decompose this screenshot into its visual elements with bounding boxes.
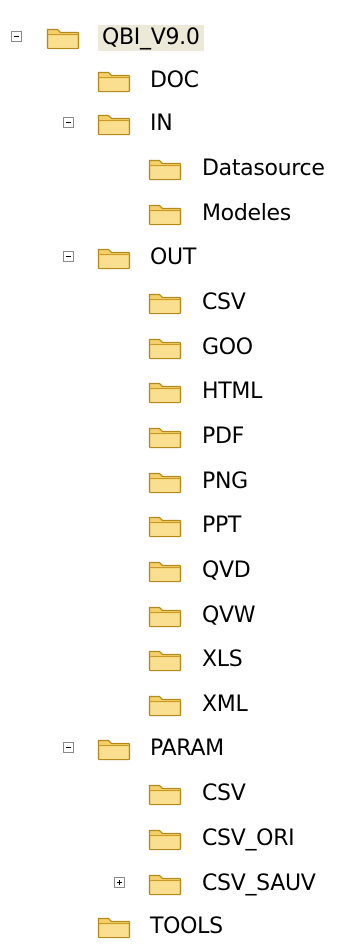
collapse-icon[interactable] bbox=[63, 742, 74, 753]
folder-icon bbox=[97, 245, 131, 270]
tree-node-param-csv[interactable]: CSV bbox=[0, 776, 348, 812]
tree-node-in-datasource[interactable]: Datasource bbox=[0, 151, 348, 187]
folder-icon bbox=[46, 25, 80, 50]
tree-node-label[interactable]: CSV_ORI bbox=[202, 826, 295, 852]
tree-node-label[interactable]: IN bbox=[150, 111, 173, 137]
tree-node-label[interactable]: QVW bbox=[202, 603, 256, 629]
folder-icon bbox=[148, 692, 182, 717]
tree-node-out-xls[interactable]: XLS bbox=[0, 642, 348, 678]
folder-icon bbox=[148, 513, 182, 538]
tree-node-label[interactable]: TOOLS bbox=[150, 914, 223, 940]
folder-tree: QBI_V9.0 DOC IN Datasource Modeles OUT C… bbox=[0, 0, 348, 943]
tree-node-label[interactable]: HTML bbox=[202, 379, 262, 405]
tree-node-out-goo[interactable]: GOO bbox=[0, 330, 348, 366]
expand-icon[interactable] bbox=[114, 877, 125, 888]
folder-icon bbox=[148, 781, 182, 806]
collapse-icon[interactable] bbox=[63, 251, 74, 262]
tree-node-label[interactable]: CSV_SAUV bbox=[202, 871, 316, 897]
tree-node-label[interactable]: CSV bbox=[202, 781, 246, 807]
folder-icon bbox=[97, 736, 131, 761]
tree-node-in[interactable]: IN bbox=[0, 106, 348, 142]
folder-icon bbox=[148, 469, 182, 494]
tree-node-label[interactable]: XML bbox=[202, 692, 248, 718]
tree-node-out-xml[interactable]: XML bbox=[0, 687, 348, 723]
tree-node-label[interactable]: CSV bbox=[202, 290, 246, 316]
folder-icon bbox=[148, 647, 182, 672]
tree-node-tools[interactable]: TOOLS bbox=[0, 909, 348, 945]
folder-icon bbox=[148, 335, 182, 360]
collapse-icon[interactable] bbox=[63, 117, 74, 128]
tree-node-label[interactable]: QBI_V9.0 bbox=[98, 25, 204, 51]
tree-node-label[interactable]: GOO bbox=[202, 335, 253, 361]
folder-icon bbox=[148, 290, 182, 315]
tree-node-out-qvd[interactable]: QVD bbox=[0, 553, 348, 589]
folder-icon bbox=[97, 111, 131, 136]
tree-node-label[interactable]: PARAM bbox=[150, 736, 224, 762]
tree-node-out-csv[interactable]: CSV bbox=[0, 285, 348, 321]
collapse-icon[interactable] bbox=[11, 31, 22, 42]
tree-node-label[interactable]: XLS bbox=[202, 647, 243, 673]
tree-node-param-csv-sauv[interactable]: CSV_SAUV bbox=[0, 866, 348, 902]
folder-icon bbox=[148, 379, 182, 404]
folder-icon bbox=[148, 603, 182, 628]
tree-node-label[interactable]: PPT bbox=[202, 513, 241, 539]
folder-icon bbox=[148, 156, 182, 181]
folder-icon bbox=[97, 914, 131, 939]
folder-icon bbox=[148, 826, 182, 851]
folder-icon bbox=[148, 201, 182, 226]
folder-icon bbox=[148, 424, 182, 449]
tree-node-label[interactable]: OUT bbox=[150, 245, 196, 271]
tree-node-out-ppt[interactable]: PPT bbox=[0, 508, 348, 544]
tree-node-label[interactable]: PDF bbox=[202, 424, 244, 450]
tree-node-root[interactable]: QBI_V9.0 bbox=[0, 20, 348, 56]
folder-icon bbox=[148, 871, 182, 896]
tree-node-param-csv-ori[interactable]: CSV_ORI bbox=[0, 821, 348, 857]
folder-icon bbox=[97, 68, 131, 93]
tree-node-in-modeles[interactable]: Modeles bbox=[0, 196, 348, 232]
folder-icon bbox=[148, 558, 182, 583]
tree-node-out-png[interactable]: PNG bbox=[0, 464, 348, 500]
tree-node-label[interactable]: QVD bbox=[202, 558, 251, 584]
tree-node-label[interactable]: PNG bbox=[202, 469, 248, 495]
tree-node-doc[interactable]: DOC bbox=[0, 63, 348, 99]
tree-node-param[interactable]: PARAM bbox=[0, 731, 348, 767]
tree-node-out-pdf[interactable]: PDF bbox=[0, 419, 348, 455]
tree-node-out[interactable]: OUT bbox=[0, 240, 348, 276]
tree-node-label[interactable]: Datasource bbox=[202, 156, 325, 182]
tree-node-label[interactable]: Modeles bbox=[202, 201, 291, 227]
tree-node-label[interactable]: DOC bbox=[150, 68, 199, 94]
tree-node-out-qvw[interactable]: QVW bbox=[0, 598, 348, 634]
tree-node-out-html[interactable]: HTML bbox=[0, 374, 348, 410]
